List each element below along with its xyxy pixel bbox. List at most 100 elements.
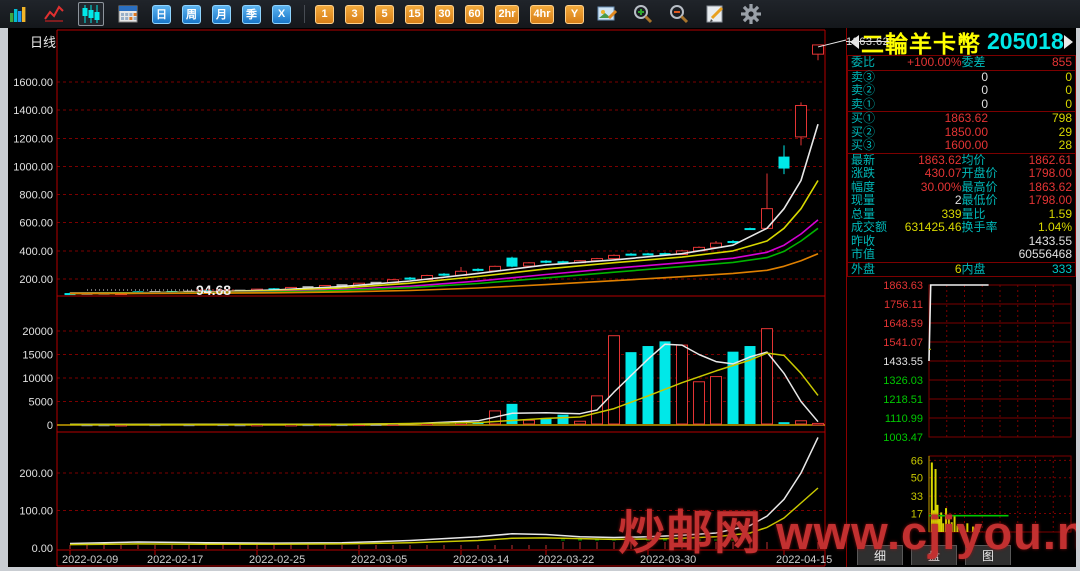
mini-chart-level-label: 1110.99	[885, 413, 923, 425]
ask-label: 卖②	[851, 84, 893, 98]
bid-amount: 28	[1022, 139, 1072, 153]
toolbar-separator	[304, 5, 305, 23]
calendar-icon[interactable]	[116, 3, 140, 25]
stat-label: 总量	[851, 208, 875, 222]
quote-tab-细[interactable]: 细	[857, 545, 903, 565]
period-button-60[interactable]: 60	[465, 5, 484, 24]
volume-axis-tick: 10000	[22, 373, 53, 385]
indicator-axis-tick: 100.00	[19, 506, 53, 518]
intraday-volume-chart[interactable]: 66503317	[847, 450, 1075, 540]
ask-row: 卖②00	[848, 84, 1075, 98]
period-button-Y[interactable]: Y	[565, 5, 584, 24]
settings-icon[interactable]	[739, 3, 763, 25]
mini-chart-level-label: 1433.55	[883, 356, 923, 368]
date-axis-label: 2022-02-09	[62, 554, 118, 566]
bid-label: 买③	[851, 139, 893, 153]
stat-value: 2	[875, 194, 961, 208]
quote-tab-盘[interactable]: 盘	[911, 545, 957, 565]
period-button-季[interactable]: 季	[242, 5, 261, 24]
date-axis-label: 2022-03-05	[351, 554, 407, 566]
stat-value: 1863.62	[875, 154, 961, 168]
stat-label: 幅度	[851, 181, 875, 195]
period-button-2hr[interactable]: 2hr	[495, 5, 519, 24]
stat-label: 均价	[962, 154, 986, 168]
price-axis-tick: 200.00	[19, 274, 53, 286]
ask-price: 0	[893, 98, 1022, 112]
period-button-5[interactable]: 5	[375, 5, 394, 24]
price-axis-tick: 400.00	[19, 246, 53, 258]
edit-icon[interactable]	[703, 3, 727, 25]
stat-label: 最低价	[962, 194, 998, 208]
kline-chart[interactable]: 1600.001400.001200.001000.00800.00600.00…	[8, 28, 847, 571]
bottom-edge	[0, 567, 1080, 571]
price-axis-tick: 800.00	[19, 190, 53, 202]
date-axis-label: 2022-04-15	[776, 554, 832, 566]
stats-box-row: 现量2最低价1798.00	[848, 194, 1075, 208]
period-button-15[interactable]: 15	[405, 5, 424, 24]
period-button-1[interactable]: 1	[315, 5, 334, 24]
chart-period-label: 日线	[30, 32, 56, 51]
quote-tabs: 细盘图	[847, 543, 1076, 565]
stats-box-row: 市值60556468	[848, 248, 1075, 262]
mini-chart-level-label: 1863.63	[883, 280, 923, 292]
stat-label: 成交额	[851, 221, 887, 235]
stat-value: 6	[875, 263, 961, 277]
right-edge	[1076, 28, 1080, 571]
ask-price: 0	[893, 71, 1022, 85]
stats-box-row: 最新1863.62均价1862.61	[848, 154, 1075, 168]
date-axis-label: 2022-02-25	[249, 554, 305, 566]
stat-value: 855	[986, 56, 1072, 70]
stat-value: 60556468	[875, 248, 1072, 262]
period-button-3[interactable]: 3	[345, 5, 364, 24]
bid-label: 买②	[851, 126, 893, 140]
stat-value: 30.00%	[875, 181, 961, 195]
stat-label: 换手率	[962, 221, 998, 235]
period-button-日[interactable]: 日	[152, 5, 171, 24]
zoom-in-icon[interactable]	[631, 3, 655, 25]
next-symbol-arrow-icon[interactable]	[1064, 35, 1073, 49]
period-button-4hr[interactable]: 4hr	[530, 5, 554, 24]
ask-amount: 0	[1022, 84, 1072, 98]
mini-chart-level-label: 1541.07	[883, 337, 923, 349]
mini-volume-tick: 50	[911, 473, 923, 485]
date-axis-label: 2022-02-17	[147, 554, 203, 566]
stat-value: 339	[875, 208, 961, 222]
volume-axis-tick: 0	[47, 420, 53, 432]
kline-chart-region[interactable]: 日线 1600.001400.001200.001000.00800.00600…	[8, 28, 847, 571]
mini-volume-tick: 66	[911, 455, 923, 467]
period-button-月[interactable]: 月	[212, 5, 231, 24]
stat-value: 430.07	[875, 167, 961, 181]
candlestick-icon[interactable]	[78, 2, 104, 26]
bid-price: 1863.62	[893, 112, 1022, 126]
screenshot-icon[interactable]	[595, 3, 619, 25]
bid-row: 买③1600.0028	[848, 139, 1075, 153]
stats-box: 最新1863.62均价1862.61涨跌430.07开盘价1798.00幅度30…	[847, 153, 1076, 262]
ask-row: 卖①00	[848, 98, 1075, 112]
date-axis-label: 2022-03-14	[453, 554, 509, 566]
bid-row: 买①1863.62798	[848, 112, 1075, 126]
intraday-mini-chart[interactable]: 1863.631756.111648.591541.071433.551326.…	[847, 277, 1075, 447]
waipan-box: 外盘6内盘333	[847, 262, 1076, 278]
zoom-out-icon[interactable]	[667, 3, 691, 25]
quote-tab-图[interactable]: 图	[965, 545, 1011, 565]
period-button-30[interactable]: 30	[435, 5, 454, 24]
volume-axis-tick: 20000	[22, 326, 53, 338]
mini-volume-tick: 17	[911, 509, 923, 521]
stats-box-row: 总量339量比1.59	[848, 208, 1075, 222]
stat-label: 内盘	[962, 263, 986, 277]
stat-value: 1862.61	[986, 154, 1072, 168]
stat-value: 1.04%	[998, 221, 1072, 235]
ask-label: 卖①	[851, 98, 893, 112]
period-button-X[interactable]: X	[272, 5, 291, 24]
price-axis-tick: 1000.00	[13, 161, 53, 173]
indicator-axis-tick: 200.00	[19, 468, 53, 480]
mini-chart-level-label: 1326.03	[883, 375, 923, 387]
period-button-周[interactable]: 周	[182, 5, 201, 24]
stat-label: 涨跌	[851, 167, 875, 181]
left-edge	[0, 28, 8, 571]
stats-box-row: 昨收1433.55	[848, 235, 1075, 249]
stat-value: 333	[986, 263, 1072, 277]
line-chart-icon[interactable]	[42, 3, 66, 25]
bar-chart-icon[interactable]	[6, 3, 30, 25]
stats-box-row: 幅度30.00%最高价1863.62	[848, 181, 1075, 195]
